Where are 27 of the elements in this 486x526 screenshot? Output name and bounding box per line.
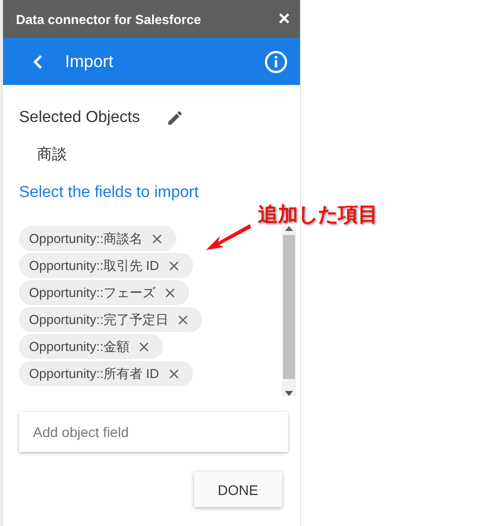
chip-label: Opportunity::フェーズ [29, 284, 156, 302]
done-button[interactable]: DONE [194, 472, 282, 507]
window-title: Data connector for Salesforce [16, 12, 201, 26]
scroll-down-icon[interactable] [285, 391, 293, 396]
info-icon[interactable] [264, 50, 288, 74]
remove-icon[interactable] [165, 288, 176, 298]
input-field[interactable]: Add object field [19, 412, 288, 452]
header-title: Import [65, 52, 114, 72]
close-button[interactable]: × [278, 9, 290, 29]
back-icon[interactable] [33, 54, 43, 68]
pencil-icon[interactable] [166, 109, 184, 127]
remove-icon[interactable] [169, 368, 180, 378]
remove-icon[interactable] [152, 234, 162, 244]
annotation-text: 追加した項目 [258, 203, 378, 228]
remove-icon[interactable] [169, 260, 180, 270]
chip-label: Opportunity::取引先 ID [29, 256, 160, 274]
chip-label: Opportunity::商談名 [29, 230, 142, 248]
selected-object: 商談 [37, 145, 68, 164]
scroll-up-icon[interactable] [285, 226, 293, 231]
chip-label: Opportunity::金額 [29, 338, 130, 356]
remove-icon[interactable] [178, 314, 188, 324]
fields-link[interactable]: Select the fields to import [19, 184, 300, 202]
section-label: Selected Objects [19, 109, 140, 127]
chip-label: Opportunity::完了予定日 [29, 310, 168, 328]
chip-label: Opportunity::所有者 ID [29, 364, 160, 382]
remove-icon[interactable] [139, 342, 150, 352]
scrollbar[interactable] [282, 226, 296, 396]
